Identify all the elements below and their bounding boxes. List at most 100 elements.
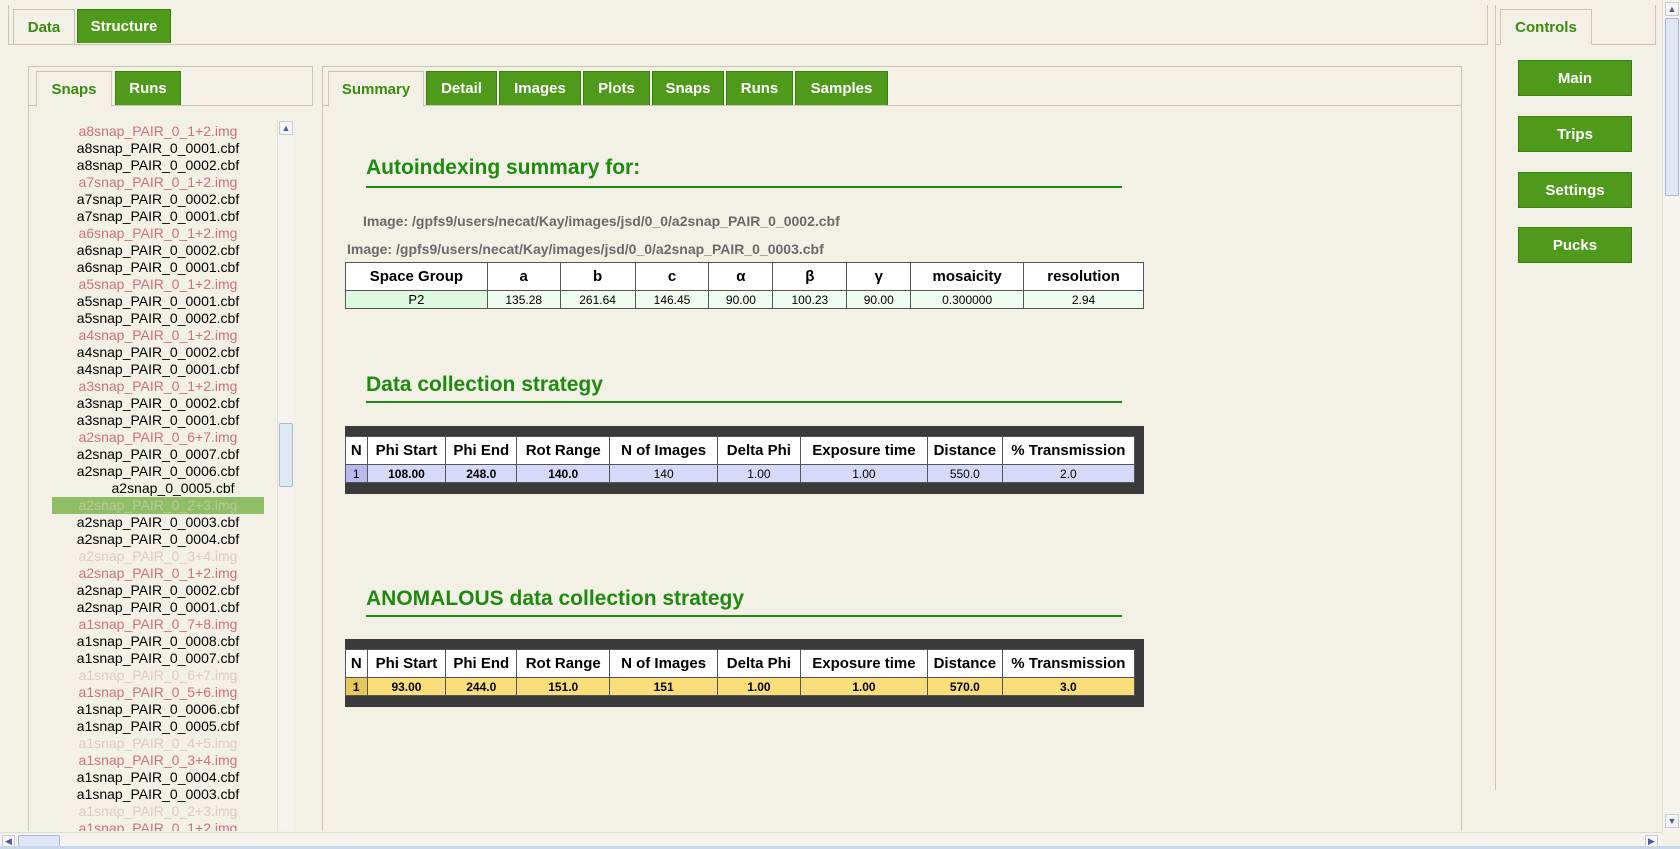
list-item[interactable]: a8snap_PAIR_0_0001.cbf bbox=[52, 140, 264, 157]
left-panel-border bbox=[28, 106, 29, 831]
trips-button[interactable]: Trips bbox=[1518, 116, 1632, 152]
list-item[interactable]: a1snap_PAIR_0_1+2.img bbox=[52, 820, 264, 831]
strategy-title-underline bbox=[366, 401, 1122, 403]
col-distance: Distance bbox=[926, 436, 1003, 465]
list-item[interactable]: a2snap_PAIR_0_3+4.img bbox=[52, 548, 264, 565]
pucks-button[interactable]: Pucks bbox=[1518, 227, 1632, 263]
list-item[interactable]: a1snap_PAIR_0_4+5.img bbox=[52, 735, 264, 752]
cell-alpha: 90.00 bbox=[708, 290, 774, 309]
list-item[interactable]: a7snap_PAIR_0_0001.cbf bbox=[52, 208, 264, 225]
list-item[interactable]: a8snap_PAIR_0_1+2.img bbox=[52, 123, 264, 140]
list-item[interactable]: a4snap_PAIR_0_0001.cbf bbox=[52, 361, 264, 378]
list-item[interactable]: a2snap_PAIR_0_0002.cbf bbox=[52, 582, 264, 599]
strategy-title: Data collection strategy bbox=[366, 373, 603, 396]
list-item[interactable]: a1snap_PAIR_0_3+4.img bbox=[52, 752, 264, 769]
strategy-transmission: 2.0 bbox=[1001, 464, 1136, 483]
top-tab-underline bbox=[8, 44, 1488, 45]
list-item[interactable]: a5snap_PAIR_0_0002.cbf bbox=[52, 310, 264, 327]
unit-cell-header-row: Space Group a b c α β γ mosaicity resolu… bbox=[345, 262, 1144, 291]
anomalous-table-frame: N Phi Start Phi End Rot Range N of Image… bbox=[345, 639, 1144, 707]
tab-images[interactable]: Images bbox=[499, 71, 581, 105]
list-item[interactable]: a1snap_PAIR_0_2+3.img bbox=[52, 803, 264, 820]
list-item[interactable]: a2snap_PAIR_0_0006.cbf bbox=[52, 463, 264, 480]
list-item[interactable]: a5snap_PAIR_0_1+2.img bbox=[52, 276, 264, 293]
list-item[interactable]: a1snap_PAIR_0_7+8.img bbox=[52, 616, 264, 633]
anom-delta-phi: 1.00 bbox=[716, 677, 801, 696]
col-n-images: N of Images bbox=[609, 649, 718, 678]
scroll-up-arrow-icon[interactable]: ▲ bbox=[279, 121, 293, 135]
tab-plots[interactable]: Plots bbox=[583, 71, 650, 105]
list-item-selected[interactable]: a2snap_PAIR_0_2+3.img bbox=[52, 497, 264, 514]
main-button[interactable]: Main bbox=[1518, 60, 1632, 96]
list-item[interactable]: a6snap_PAIR_0_1+2.img bbox=[52, 225, 264, 242]
tab-snaps-main[interactable]: Snaps bbox=[652, 71, 724, 105]
list-item[interactable]: a2snap_PAIR_0_1+2.img bbox=[52, 565, 264, 582]
tab-snaps[interactable]: Snaps bbox=[36, 71, 112, 107]
strategy-row: 1 108.00 248.0 140.0 140 1.00 1.00 550.0… bbox=[345, 464, 1136, 483]
settings-button[interactable]: Settings bbox=[1518, 172, 1632, 208]
col-transmission: % Transmission bbox=[1001, 436, 1136, 465]
page-scroll-down-icon[interactable]: ▼ bbox=[1665, 814, 1679, 828]
tab-data[interactable]: Data bbox=[13, 9, 75, 45]
list-item[interactable]: a3snap_PAIR_0_0001.cbf bbox=[52, 412, 264, 429]
anomalous-header-row: N Phi Start Phi End Rot Range N of Image… bbox=[345, 649, 1136, 678]
snap-list[interactable]: a8snap_PAIR_0_1+2.img a8snap_PAIR_0_0001.… bbox=[52, 123, 276, 831]
snap-list-scrollbar[interactable]: ▲ bbox=[277, 120, 294, 831]
list-item[interactable]: a6snap_PAIR_0_0002.cbf bbox=[52, 242, 264, 259]
anomalous-title: ANOMALOUS data collection strategy bbox=[366, 587, 745, 610]
page-scroll-up-icon[interactable]: ▲ bbox=[1665, 2, 1679, 16]
tab-structure[interactable]: Structure bbox=[77, 9, 171, 43]
list-item[interactable]: a2snap_PAIR_0_0007.cbf bbox=[52, 446, 264, 463]
anom-distance: 570.0 bbox=[926, 677, 1003, 696]
unit-cell-table: Space Group a b c α β γ mosaicity resolu… bbox=[345, 262, 1144, 309]
tab-samples[interactable]: Samples bbox=[795, 71, 888, 105]
list-item[interactable]: a3snap_PAIR_0_0002.cbf bbox=[52, 395, 264, 412]
cell-space-group: P2 bbox=[345, 290, 488, 309]
main-panel-border-left bbox=[322, 106, 323, 831]
page-vertical-scrollbar[interactable]: ▲ ▼ bbox=[1662, 0, 1680, 832]
snap-list-scroll-thumb[interactable] bbox=[279, 423, 293, 487]
tab-summary[interactable]: Summary bbox=[328, 71, 424, 107]
list-item[interactable]: a2snap_0_0005.cbf bbox=[52, 480, 264, 497]
list-item[interactable]: a6snap_PAIR_0_0001.cbf bbox=[52, 259, 264, 276]
controls-panel bbox=[1495, 5, 1496, 790]
anomalous-title-underline bbox=[366, 615, 1122, 617]
list-item[interactable]: a4snap_PAIR_0_1+2.img bbox=[52, 327, 264, 344]
tab-detail[interactable]: Detail bbox=[426, 71, 497, 105]
list-item[interactable]: a8snap_PAIR_0_0002.cbf bbox=[52, 157, 264, 174]
list-item[interactable]: a1snap_PAIR_0_0004.cbf bbox=[52, 769, 264, 786]
list-item[interactable]: a1snap_PAIR_0_0003.cbf bbox=[52, 786, 264, 803]
col-beta: β bbox=[772, 262, 848, 291]
list-item[interactable]: a7snap_PAIR_0_1+2.img bbox=[52, 174, 264, 191]
strategy-n-images: 140 bbox=[609, 464, 718, 483]
image-path-1: Image: /gpfs9/users/necat/Kay/images/jsd… bbox=[363, 213, 840, 229]
list-item[interactable]: a1snap_PAIR_0_5+6.img bbox=[52, 684, 264, 701]
strategy-exposure: 1.00 bbox=[799, 464, 928, 483]
list-item[interactable]: a1snap_PAIR_0_0005.cbf bbox=[52, 718, 264, 735]
list-item[interactable]: a4snap_PAIR_0_0002.cbf bbox=[52, 344, 264, 361]
list-item[interactable]: a2snap_PAIR_0_6+7.img bbox=[52, 429, 264, 446]
list-item[interactable]: a2snap_PAIR_0_0001.cbf bbox=[52, 599, 264, 616]
col-phi-end: Phi End bbox=[445, 649, 518, 678]
top-tab-bar: Data Structure bbox=[8, 5, 1488, 45]
tab-controls[interactable]: Controls bbox=[1500, 9, 1592, 45]
list-item[interactable]: a3snap_PAIR_0_1+2.img bbox=[52, 378, 264, 395]
page-scroll-thumb[interactable] bbox=[1665, 18, 1679, 196]
list-item[interactable]: a1snap_PAIR_0_0006.cbf bbox=[52, 701, 264, 718]
tab-runs-main[interactable]: Runs bbox=[726, 71, 793, 105]
image-path-2: Image: /gpfs9/users/necat/Kay/images/jsd… bbox=[347, 241, 824, 257]
col-n: N bbox=[345, 436, 368, 465]
tab-runs-left[interactable]: Runs bbox=[115, 71, 181, 105]
list-item[interactable]: a5snap_PAIR_0_0001.cbf bbox=[52, 293, 264, 310]
list-item[interactable]: a1snap_PAIR_0_0007.cbf bbox=[52, 650, 264, 667]
col-delta-phi: Delta Phi bbox=[716, 649, 801, 678]
cell-c: 146.45 bbox=[634, 290, 710, 309]
list-item[interactable]: a2snap_PAIR_0_0004.cbf bbox=[52, 531, 264, 548]
strategy-table-frame: N Phi Start Phi End Rot Range N of Image… bbox=[345, 426, 1144, 494]
list-item[interactable]: a1snap_PAIR_0_0008.cbf bbox=[52, 633, 264, 650]
list-item[interactable]: a2snap_PAIR_0_0003.cbf bbox=[52, 514, 264, 531]
strategy-phi-end: 248.0 bbox=[445, 464, 518, 483]
list-item[interactable]: a7snap_PAIR_0_0002.cbf bbox=[52, 191, 264, 208]
list-item[interactable]: a1snap_PAIR_0_6+7.img bbox=[52, 667, 264, 684]
col-n: N bbox=[345, 649, 368, 678]
